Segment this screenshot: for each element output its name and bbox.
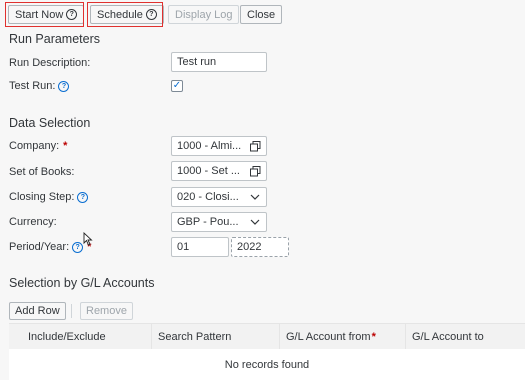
chevron-down-icon[interactable] (249, 216, 261, 228)
set-of-books-label-text: Set of Books: (9, 166, 75, 178)
currency-value: GBP - Pou... (177, 216, 239, 228)
company-label: Company: * (9, 140, 67, 152)
column-header-label: G/L Account from (286, 330, 371, 343)
set-of-books-value: 1000 - Set ... (177, 165, 240, 177)
no-records-message: No records found (9, 349, 525, 380)
column-header-label: Search Pattern (158, 330, 232, 343)
set-of-books-label: Set of Books: (9, 166, 74, 178)
closing-step-value: 020 - Closi... (177, 191, 239, 203)
run-description-value: Test run (177, 56, 217, 68)
remove-button[interactable]: Remove (80, 302, 133, 320)
highlight-box-schedule (87, 2, 163, 27)
toolbar-separator (71, 304, 72, 318)
year-value: 2022 (237, 241, 262, 253)
period-year-label: Period/Year: ? * (9, 241, 91, 253)
gl-table-header: Include/Exclude Search Pattern G/L Accou… (9, 323, 525, 350)
column-gl-account-from[interactable]: G/L Account from * (279, 324, 405, 349)
run-description-label-text: Run Description: (9, 57, 91, 69)
help-icon[interactable]: ? (77, 191, 89, 203)
close-label: Close (247, 8, 276, 21)
run-parameters-title: Run Parameters (9, 32, 101, 46)
closing-step-select[interactable]: 020 - Closi... (171, 187, 267, 207)
currency-label-text: Currency: (9, 216, 57, 228)
close-button[interactable]: Close (240, 5, 283, 24)
help-icon[interactable]: ? (72, 241, 84, 253)
add-row-button[interactable]: Add Row (9, 302, 66, 320)
test-run-label: Test Run: ? (9, 80, 70, 92)
column-header-label: Include/Exclude (28, 330, 106, 343)
column-gl-account-to[interactable]: G/L Account to (405, 324, 525, 349)
required-marker: * (371, 330, 376, 343)
column-include-exclude[interactable]: Include/Exclude (9, 324, 151, 349)
remove-label: Remove (86, 305, 127, 317)
help-icon[interactable]: ? (58, 80, 70, 92)
company-label-text: Company: (9, 140, 60, 152)
period-input[interactable]: 01 (171, 237, 229, 257)
column-header-label: G/L Account to (412, 330, 484, 343)
chevron-down-icon[interactable] (249, 191, 261, 203)
value-help-icon[interactable] (249, 165, 261, 177)
currency-label: Currency: (9, 216, 57, 228)
display-log-label: Display Log (175, 8, 233, 21)
gl-selection-title: Selection by G/L Accounts (9, 276, 155, 290)
closing-step-label-text: Closing Step: (9, 191, 75, 203)
column-search-pattern[interactable]: Search Pattern (151, 324, 279, 349)
company-value: 1000 - Almi... (177, 140, 242, 152)
period-year-label-text: Period/Year: (9, 241, 70, 253)
run-description-label: Run Description: (9, 57, 90, 69)
test-run-checkbox[interactable]: ✓ (171, 80, 183, 92)
display-log-button[interactable]: Display Log (168, 5, 240, 24)
no-records-text: No records found (224, 358, 310, 371)
year-input[interactable]: 2022 (231, 237, 289, 257)
currency-select[interactable]: GBP - Pou... (171, 212, 267, 232)
add-row-label: Add Row (15, 305, 60, 317)
data-selection-title: Data Selection (9, 116, 91, 130)
value-help-icon[interactable] (249, 140, 261, 152)
company-field[interactable]: 1000 - Almi... (171, 136, 267, 156)
highlight-box-start-now (5, 2, 84, 27)
mouse-cursor-icon (83, 232, 93, 246)
required-marker: * (63, 140, 68, 152)
period-value: 01 (177, 241, 190, 253)
run-description-input[interactable]: Test run (171, 52, 267, 72)
set-of-books-field[interactable]: 1000 - Set ... (171, 161, 267, 181)
closing-step-label: Closing Step: ? (9, 191, 89, 203)
test-run-label-text: Test Run: (9, 80, 56, 92)
